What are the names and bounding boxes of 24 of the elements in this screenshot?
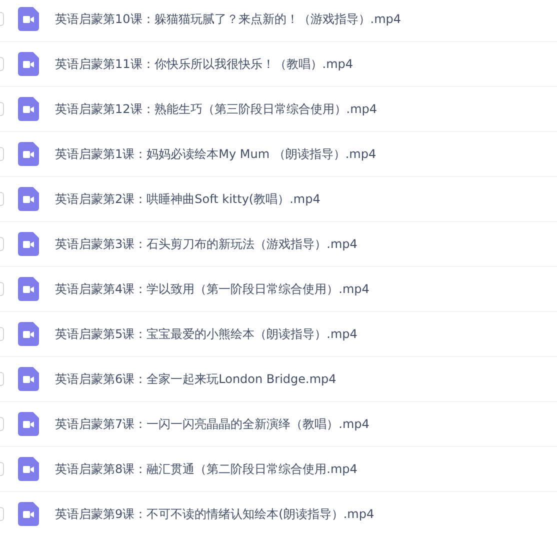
file-name[interactable]: 英语启蒙第5课：宝宝最爱的小熊绘本（朗读指导）.mp4 [55, 326, 358, 342]
file-name[interactable]: 英语启蒙第4课：学以致用（第一阶段日常综合使用）.mp4 [55, 280, 370, 298]
file-name[interactable]: 英语启蒙第10课：躲猫猫玩腻了？来点新的！（游戏指导）.mp4 [55, 10, 402, 28]
video-file-icon [18, 457, 39, 481]
video-file-icon [18, 367, 39, 391]
video-file-icon [18, 232, 39, 256]
file-name[interactable]: 英语启蒙第1课：妈妈必读绘本My Mum （朗读指导）.mp4 [55, 146, 376, 162]
video-file-icon [18, 187, 39, 211]
video-file-icon [18, 502, 39, 526]
file-name[interactable]: 英语启蒙第12课：熟能生巧（第三阶段日常综合使用）.mp4 [55, 100, 378, 118]
video-file-icon [18, 97, 39, 121]
video-file-icon [18, 52, 39, 76]
video-file-icon [18, 7, 39, 31]
video-file-icon [18, 277, 39, 301]
video-file-icon [18, 412, 39, 436]
file-name[interactable]: 英语启蒙第2课：哄睡神曲Soft kitty(教唱）.mp4 [55, 190, 320, 208]
file-name[interactable]: 英语启蒙第6课：全家一起来玩London Bridge.mp4 [55, 370, 336, 388]
file-name[interactable]: 英语启蒙第3课：石头剪刀布的新玩法（游戏指导）.mp4 [55, 236, 358, 252]
file-name[interactable]: 英语启蒙第11课：你快乐所以我很快乐！（教唱）.mp4 [55, 56, 354, 72]
file-name[interactable]: 英语启蒙第7课：一闪一闪亮晶晶的全新演绎（教唱）.mp4 [55, 416, 370, 432]
video-file-icon [18, 142, 39, 166]
file-name[interactable]: 英语启蒙第8课：融汇贯通（第二阶段日常综合使用.mp4 [55, 460, 358, 478]
file-name[interactable]: 英语启蒙第9课：不可不读的情绪认知绘本(朗读指导）.mp4 [55, 506, 374, 522]
video-file-icon [18, 322, 39, 346]
